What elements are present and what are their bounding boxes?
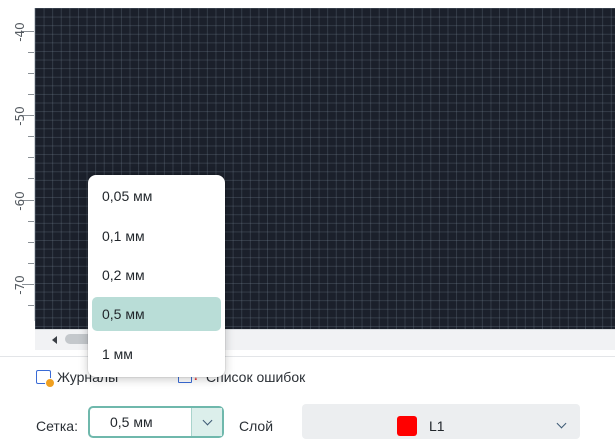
scroll-left-arrow-icon[interactable] <box>52 336 57 344</box>
logs-icon <box>36 370 55 388</box>
grid-size-dropdown: 0,05 мм 0,1 мм 0,2 мм 0,5 мм 1 мм <box>88 175 225 377</box>
ruler-tick <box>28 178 34 179</box>
ruler-tick <box>28 305 34 306</box>
grid-dropdown-button[interactable] <box>191 408 222 436</box>
ruler-tick <box>28 94 34 95</box>
dropdown-option[interactable]: 0,2 мм <box>92 258 221 292</box>
dropdown-option[interactable]: 1 мм <box>92 337 221 371</box>
ruler-tick <box>28 221 34 222</box>
ruler-label: -50 <box>12 106 27 126</box>
dropdown-option-selected[interactable]: 0,5 мм <box>92 297 221 331</box>
layer-label: Слой <box>239 418 274 434</box>
ruler-tick <box>28 136 34 137</box>
ruler-label: -60 <box>12 191 27 211</box>
chevron-down-icon <box>556 418 567 429</box>
layer-name: L1 <box>429 418 445 434</box>
chevron-down-icon <box>202 415 212 425</box>
layer-select[interactable]: L1 <box>302 404 580 439</box>
ruler-label: -70 <box>12 275 27 295</box>
ruler-tick <box>28 263 34 264</box>
layer-color-swatch <box>397 416 417 436</box>
ruler-tick <box>28 52 34 53</box>
grid-label: Сетка: <box>36 418 78 434</box>
ruler-tick <box>28 157 34 158</box>
dropdown-option[interactable]: 0,1 мм <box>92 219 221 253</box>
vertical-ruler: -40 -50 -60 -70 <box>0 8 35 321</box>
dropdown-option[interactable]: 0,05 мм <box>92 179 221 213</box>
grid-size-select[interactable]: 0,5 мм <box>88 406 224 438</box>
ruler-tick <box>28 242 34 243</box>
ruler-tick <box>28 73 34 74</box>
grid-size-value: 0,5 мм <box>110 414 153 430</box>
ruler-label: -40 <box>12 22 27 42</box>
